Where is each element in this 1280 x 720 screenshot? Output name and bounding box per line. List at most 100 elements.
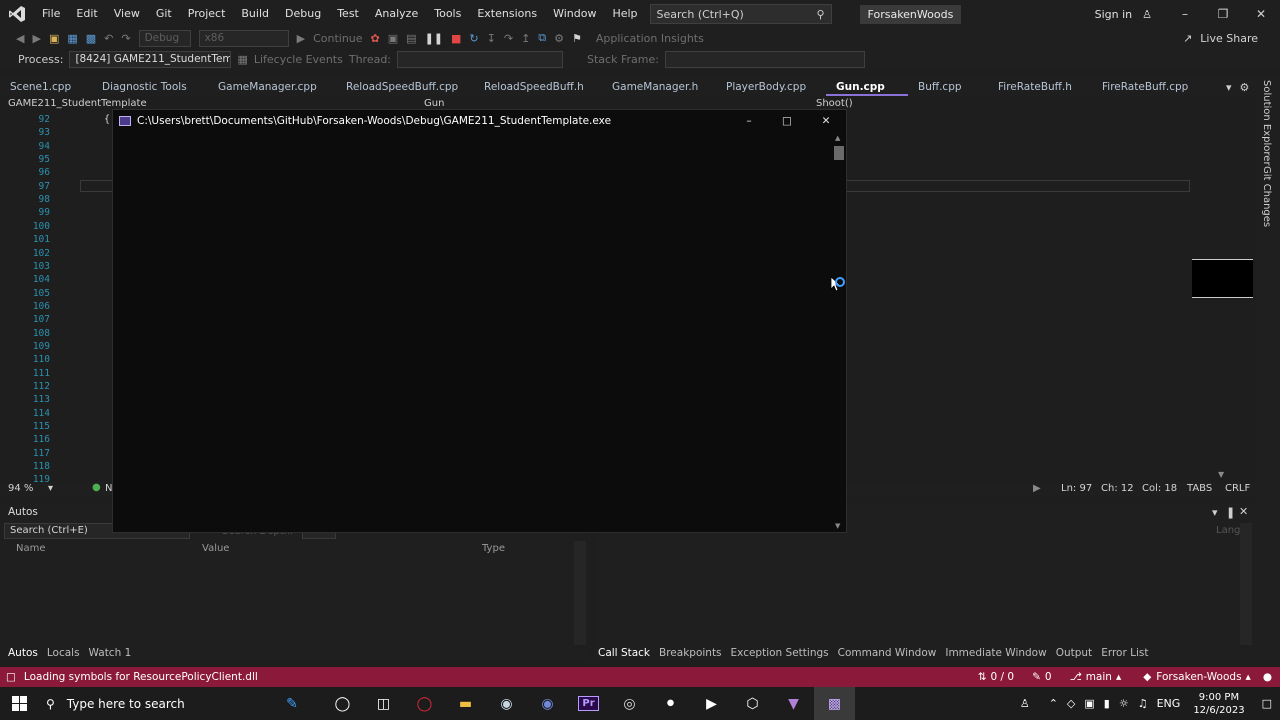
bookmark-icon[interactable]: ⚑ xyxy=(572,32,582,45)
code-minimap[interactable] xyxy=(1190,113,1254,483)
sign-in-label[interactable]: Sign in xyxy=(1095,8,1133,21)
global-search-box[interactable]: Search (Ctrl+Q) ⚲ xyxy=(649,4,832,24)
opera-gx-icon[interactable]: ◯ xyxy=(404,687,445,720)
call-stack-scrollbar[interactable] xyxy=(1240,523,1252,645)
notifications-icon[interactable]: ● xyxy=(1263,671,1272,683)
unreal-engine-icon[interactable]: ⚫ xyxy=(650,687,691,720)
tab-playerbody-cpp[interactable]: PlayerBody.cpp xyxy=(716,78,826,96)
pause-icon[interactable]: ❚❚ xyxy=(425,32,443,45)
discord-icon[interactable]: ◉ xyxy=(527,687,568,720)
menu-build[interactable]: Build xyxy=(233,0,277,28)
step-out-icon[interactable]: ↥ xyxy=(521,32,530,45)
app-insights-label[interactable]: Application Insights xyxy=(596,32,704,45)
console-maximize-button[interactable]: □ xyxy=(768,115,806,127)
menu-help[interactable]: Help xyxy=(604,0,645,28)
save-all-icon[interactable]: ▩ xyxy=(86,32,96,45)
save-icon[interactable]: ▦ xyxy=(67,32,77,45)
tab-call-stack[interactable]: Call Stack xyxy=(598,647,650,659)
process-select[interactable]: [8424] GAME211_StudentTemplat• xyxy=(69,50,232,68)
hot-reload-icon[interactable]: ✿ xyxy=(371,32,380,45)
menu-window[interactable]: Window xyxy=(545,0,604,28)
live-share-icon[interactable]: ↗ xyxy=(1183,32,1192,45)
people-icon[interactable]: ♙ xyxy=(1020,697,1030,710)
menu-analyze[interactable]: Analyze xyxy=(367,0,426,28)
tab-exception-settings[interactable]: Exception Settings xyxy=(731,647,829,659)
premiere-pro-icon[interactable]: Pr xyxy=(568,687,609,720)
autos-scrollbar[interactable] xyxy=(574,541,586,645)
column-header-type[interactable]: Type xyxy=(482,543,505,554)
zoom-level[interactable]: 94 % xyxy=(8,483,33,494)
recording-app-icon[interactable]: ◎ xyxy=(609,687,650,720)
tab-gamemanager-cpp[interactable]: GameManager.cpp xyxy=(208,78,336,96)
repo-name[interactable]: Forsaken-Woods xyxy=(1156,671,1241,683)
unity-icon[interactable]: ⬡ xyxy=(732,687,773,720)
console-scroll-down-icon[interactable]: ▼ xyxy=(835,522,840,530)
indent-mode-indicator[interactable]: TABS xyxy=(1187,483,1212,494)
column-header-name[interactable]: Name xyxy=(16,543,46,554)
meet-now-icon[interactable]: ◇ xyxy=(1067,697,1075,710)
menu-tools[interactable]: Tools xyxy=(426,0,469,28)
forward-icon[interactable]: ▶ xyxy=(32,32,40,45)
undo-icon[interactable]: ↶ xyxy=(104,32,113,45)
console-scroll-thumb[interactable] xyxy=(834,146,844,160)
tab-gamemanager-h[interactable]: GameManager.h xyxy=(602,78,716,96)
git-changes-tab[interactable]: Git Changes xyxy=(1261,166,1272,227)
action-center-icon[interactable]: □ xyxy=(1262,697,1272,710)
tab-reloadspeedbuff-cpp[interactable]: ReloadSpeedBuff.cpp xyxy=(336,78,474,96)
task-view-icon[interactable]: ◫ xyxy=(363,687,404,720)
search-highlight-icon[interactable]: ✎ xyxy=(262,687,322,720)
minimap-viewport[interactable] xyxy=(1192,259,1253,298)
git-branch-icon[interactable]: ⧉ xyxy=(538,31,546,45)
sign-in-area[interactable]: Sign in ♙ xyxy=(1095,8,1166,21)
column-indicator[interactable]: Col: 18 xyxy=(1142,483,1177,494)
console-minimize-button[interactable]: – xyxy=(730,115,768,127)
step-over-icon[interactable]: ↷ xyxy=(504,32,513,45)
source-control-changes-icon[interactable]: ⇅ xyxy=(978,671,987,683)
menu-file[interactable]: File xyxy=(34,0,68,28)
repo-dropdown-icon[interactable]: ▴ xyxy=(1246,671,1251,683)
branch-icon[interactable]: ⎇ xyxy=(1070,671,1082,683)
console-window-taskbar-icon[interactable]: ▩ xyxy=(814,687,855,720)
scroll-right-icon[interactable]: ▶ xyxy=(1033,483,1041,494)
branch-name[interactable]: main xyxy=(1086,671,1112,683)
stop-icon[interactable]: ■ xyxy=(451,32,461,45)
console-title-bar[interactable]: C:\Users\brett\Documents\GitHub\Forsaken… xyxy=(113,110,846,132)
solution-explorer-tab[interactable]: Solution Explorer xyxy=(1261,80,1272,166)
tab-command-window[interactable]: Command Window xyxy=(838,647,937,659)
cortana-icon[interactable]: ◯ xyxy=(322,687,363,720)
thread-select[interactable] xyxy=(397,50,564,68)
repo-icon[interactable]: ◆ xyxy=(1143,671,1151,683)
back-icon[interactable]: ◀ xyxy=(16,32,24,45)
file-explorer-icon[interactable]: ▬ xyxy=(445,687,486,720)
scrollbar-down-arrow-icon[interactable]: ▼ xyxy=(1218,470,1224,479)
language-column-header[interactable]: Lang xyxy=(1216,525,1240,536)
menu-extensions[interactable]: Extensions xyxy=(469,0,545,28)
redo-icon[interactable]: ↷ xyxy=(121,32,130,45)
console-close-button[interactable]: ✕ xyxy=(806,115,846,127)
tab-error-list[interactable]: Error List xyxy=(1101,647,1148,659)
line-ending-indicator[interactable]: CRLF xyxy=(1225,483,1250,494)
volume-icon[interactable]: ♫ xyxy=(1138,697,1148,710)
steam-icon[interactable]: ◉ xyxy=(486,687,527,720)
tab-watch-1[interactable]: Watch 1 xyxy=(89,647,132,659)
solution-config-select[interactable]: Debug xyxy=(138,29,191,47)
camera-tray-icon[interactable]: ▣ xyxy=(1084,697,1094,710)
step-into-icon[interactable]: ↧ xyxy=(487,32,496,45)
live-share-label[interactable]: Live Share xyxy=(1200,32,1258,45)
tab-scene1-cpp[interactable]: Scene1.cpp xyxy=(0,78,92,96)
source-control-changes[interactable]: 0 / 0 xyxy=(991,671,1015,683)
zoom-dropdown-icon[interactable]: ▾ xyxy=(48,483,53,494)
maximize-button[interactable]: ❐ xyxy=(1204,7,1242,21)
menu-git[interactable]: Git xyxy=(148,0,180,28)
pending-edits-pencil-icon[interactable]: ✎ xyxy=(1032,671,1041,683)
pin-icon[interactable]: ❚ xyxy=(1226,506,1235,519)
line-indicator[interactable]: Ln: 97 xyxy=(1061,483,1092,494)
console-scroll-up-icon[interactable]: ▲ xyxy=(835,134,840,142)
restart-icon[interactable]: ↻ xyxy=(469,32,478,45)
branch-dropdown-icon[interactable]: ▴ xyxy=(1116,671,1121,683)
continue-play-icon[interactable]: ▶ xyxy=(297,32,305,45)
network-icon[interactable]: ☼ xyxy=(1119,697,1129,710)
tab-autos[interactable]: Autos xyxy=(8,647,38,659)
visual-studio-taskbar-icon[interactable]: ▼ xyxy=(773,687,814,720)
settings-gear-icon[interactable]: ⚙ xyxy=(1240,81,1250,94)
